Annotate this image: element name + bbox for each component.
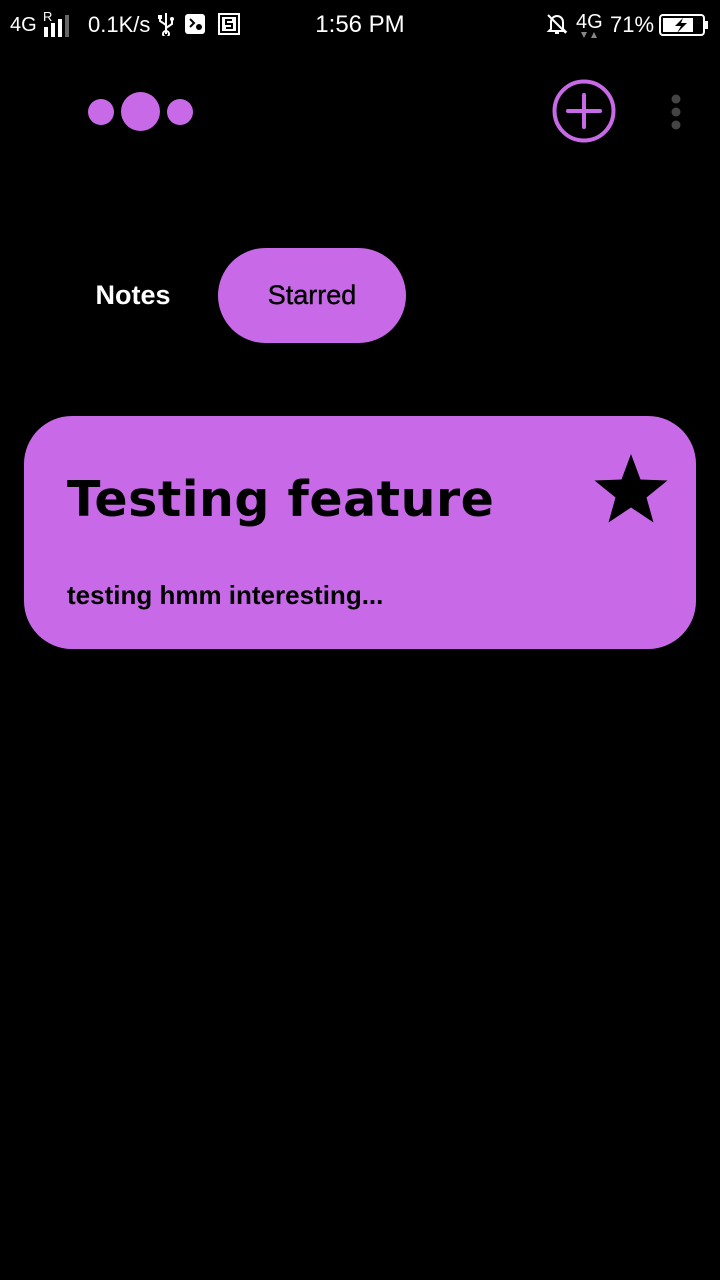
battery-percent: 71% — [610, 12, 655, 37]
logo-dot-large — [121, 92, 160, 131]
status-bar: 4G R 0.1K/s 1:56 PM 4G 71% — [0, 0, 720, 50]
battery-charging-icon — [659, 14, 708, 36]
tab-notes-label: Notes — [95, 280, 171, 310]
logo-dot-small-left — [88, 99, 114, 125]
note-title: Testing feature — [67, 471, 495, 528]
bell-off-icon — [546, 14, 568, 34]
tab-notes[interactable]: Notes — [70, 248, 196, 343]
tab-starred-label: Starred — [267, 280, 357, 310]
star-filled-icon[interactable] — [592, 451, 670, 525]
tab-starred[interactable]: Starred — [218, 248, 406, 343]
note-card[interactable]: Testing feature testing hmm interesting.… — [24, 416, 696, 649]
data-arrows-icon — [581, 32, 597, 38]
overflow-menu-button[interactable] — [664, 92, 688, 132]
logo-dot-small-right — [167, 99, 193, 125]
note-preview: testing hmm interesting... — [67, 580, 384, 610]
vertical-dots-menu-icon — [671, 94, 681, 130]
three-dots-logo — [88, 90, 194, 132]
plus-circle-icon — [552, 79, 616, 143]
add-note-button[interactable] — [552, 79, 616, 143]
